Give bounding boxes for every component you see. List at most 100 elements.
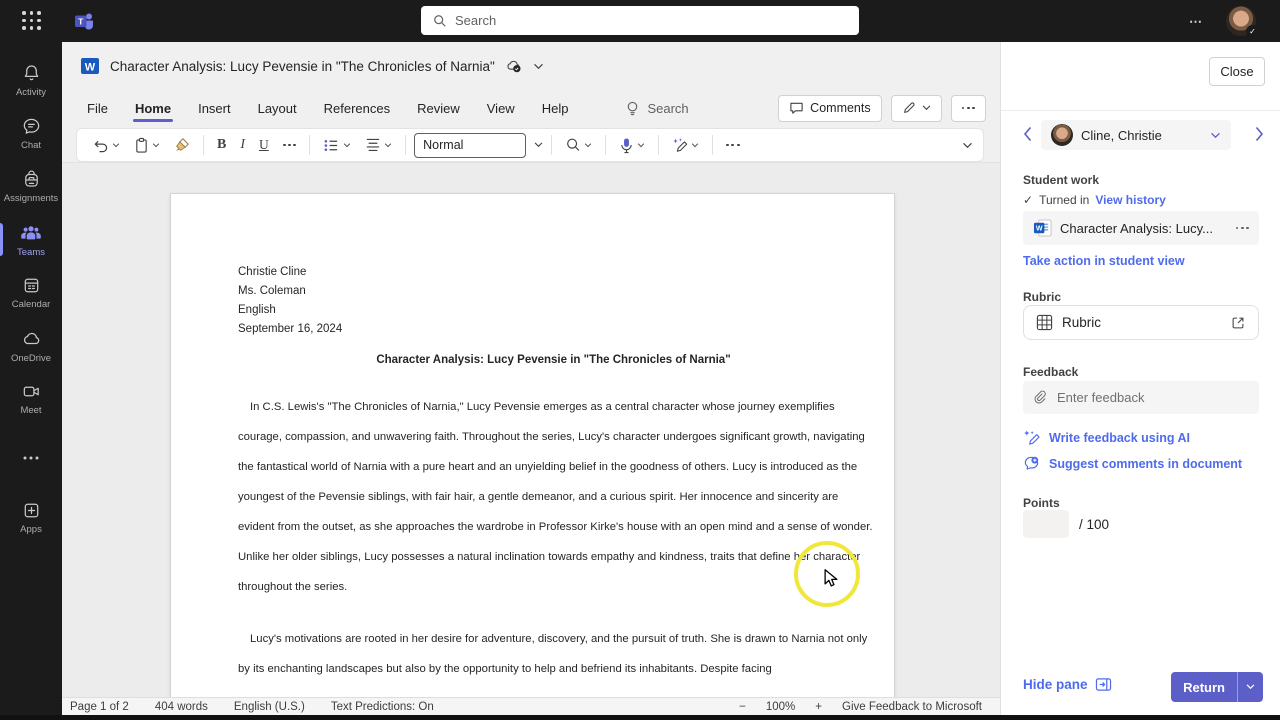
undo-button[interactable] bbox=[87, 134, 125, 157]
tab-review[interactable]: Review bbox=[417, 97, 460, 120]
ellipsis-icon bbox=[726, 144, 739, 147]
ribbon-search[interactable]: Search bbox=[625, 100, 688, 117]
ai-feedback-text: Write feedback using AI bbox=[1049, 431, 1190, 445]
toolbar-more-button[interactable] bbox=[721, 140, 744, 151]
sidebar-item-teams[interactable]: Teams bbox=[0, 213, 62, 266]
zoom-level[interactable]: 100% bbox=[766, 701, 795, 713]
style-chevron-down-icon[interactable] bbox=[534, 142, 543, 148]
comments-button[interactable]: Comments bbox=[778, 95, 881, 122]
document-canvas[interactable]: Christie Cline Ms. Coleman English Septe… bbox=[62, 163, 1000, 697]
bullet-list-button[interactable] bbox=[318, 134, 356, 157]
sidebar-item-calendar[interactable]: Calendar bbox=[0, 266, 62, 319]
previous-student-icon[interactable] bbox=[1023, 126, 1032, 142]
find-button[interactable] bbox=[560, 133, 597, 157]
document-title-bar: W Character Analysis: Lucy Pevensie in "… bbox=[62, 42, 1000, 90]
sidebar-item-chat[interactable]: Chat bbox=[0, 107, 62, 160]
align-button[interactable] bbox=[360, 134, 397, 156]
close-button[interactable]: Close bbox=[1209, 57, 1265, 86]
sidebar-item-assignments[interactable]: Assignments bbox=[0, 160, 62, 213]
view-history-link[interactable]: View history bbox=[1095, 193, 1165, 207]
chevron-down-icon bbox=[691, 143, 699, 148]
points-input[interactable] bbox=[1023, 510, 1069, 538]
page-indicator[interactable]: Page 1 of 2 bbox=[70, 701, 129, 713]
presence-badge: ✓ bbox=[1246, 25, 1259, 38]
underline-button[interactable]: U bbox=[254, 133, 274, 157]
doc-subject: English bbox=[238, 301, 869, 320]
tab-help[interactable]: Help bbox=[542, 97, 569, 120]
saved-to-cloud-icon bbox=[505, 57, 523, 75]
sidebar-item-activity[interactable]: Activity bbox=[0, 54, 62, 107]
language-indicator[interactable]: English (U.S.) bbox=[234, 701, 305, 713]
font-more-button[interactable] bbox=[278, 140, 301, 151]
tab-file[interactable]: File bbox=[87, 97, 108, 120]
word-file-icon: W bbox=[1033, 219, 1052, 237]
tab-references[interactable]: References bbox=[324, 97, 390, 120]
bold-button[interactable]: B bbox=[212, 133, 231, 157]
style-dropdown[interactable]: Normal bbox=[414, 133, 526, 158]
feedback-input[interactable]: Enter feedback bbox=[1023, 381, 1259, 414]
doc-heading: Character Analysis: Lucy Pevensie in "Th… bbox=[238, 354, 869, 366]
hide-pane-text: Hide pane bbox=[1023, 677, 1088, 692]
feedback-link[interactable]: Give Feedback to Microsoft bbox=[842, 701, 982, 713]
rubric-card[interactable]: Rubric bbox=[1023, 305, 1259, 340]
search-input[interactable]: Search bbox=[421, 6, 859, 35]
paperclip-icon bbox=[1033, 390, 1048, 405]
sidebar-item-apps[interactable]: Apps bbox=[0, 491, 62, 544]
chevron-down-icon bbox=[1246, 684, 1255, 690]
pane-divider bbox=[1001, 110, 1280, 111]
document-workspace: W Character Analysis: Lucy Pevensie in "… bbox=[62, 42, 1000, 720]
hide-pane-button[interactable]: Hide pane bbox=[1023, 677, 1112, 692]
app-launcher-icon[interactable] bbox=[22, 11, 42, 31]
doc-date: September 16, 2024 bbox=[238, 320, 869, 339]
microphone-icon bbox=[619, 137, 634, 154]
paste-button[interactable] bbox=[129, 133, 165, 158]
pencil-icon bbox=[902, 101, 916, 115]
backpack-icon bbox=[21, 169, 42, 190]
points-label: Points bbox=[1023, 496, 1060, 510]
feedback-section-label: Feedback bbox=[1023, 365, 1078, 379]
sidebar-more-icon[interactable] bbox=[0, 443, 62, 473]
ribbon-more-button[interactable] bbox=[951, 95, 986, 122]
tab-home[interactable]: Home bbox=[135, 97, 171, 120]
editing-mode-button[interactable] bbox=[891, 95, 942, 122]
teams-people-icon bbox=[20, 222, 42, 244]
take-action-link[interactable]: Take action in student view bbox=[1023, 254, 1185, 268]
zoom-out-button[interactable]: − bbox=[739, 701, 746, 713]
word-count[interactable]: 404 words bbox=[155, 701, 208, 713]
student-selector[interactable]: Cline, Christie bbox=[1041, 120, 1231, 150]
sidebar-item-onedrive[interactable]: OneDrive bbox=[0, 319, 62, 372]
zoom-in-button[interactable]: + bbox=[815, 701, 822, 713]
points-max: / 100 bbox=[1079, 517, 1109, 532]
file-more-icon[interactable] bbox=[1236, 227, 1249, 230]
editor-button[interactable] bbox=[667, 133, 704, 157]
avatar[interactable]: ✓ bbox=[1226, 6, 1256, 36]
student-file-card[interactable]: W Character Analysis: Lucy... bbox=[1023, 211, 1259, 245]
cloud-icon bbox=[20, 328, 42, 350]
sidebar-item-meet[interactable]: Meet bbox=[0, 372, 62, 425]
text-predictions-toggle[interactable]: Text Predictions: On bbox=[331, 701, 434, 713]
document-page[interactable]: Christie Cline Ms. Coleman English Septe… bbox=[170, 193, 895, 697]
doc-student-name: Christie Cline bbox=[238, 263, 869, 282]
comment-icon bbox=[789, 101, 804, 115]
turned-in-text: Turned in bbox=[1039, 193, 1089, 207]
return-options-icon[interactable] bbox=[1237, 672, 1263, 702]
tab-view[interactable]: View bbox=[487, 97, 515, 120]
student-name: Cline, Christie bbox=[1081, 128, 1202, 143]
tab-insert[interactable]: Insert bbox=[198, 97, 231, 120]
topbar-more-icon[interactable]: ⋯ bbox=[1189, 14, 1204, 30]
italic-button[interactable]: I bbox=[235, 133, 250, 157]
hide-pane-icon bbox=[1095, 677, 1112, 692]
format-painter-button[interactable] bbox=[169, 133, 195, 157]
ribbon-collapse-button[interactable] bbox=[962, 142, 973, 149]
return-button[interactable]: Return bbox=[1171, 672, 1263, 702]
search-icon bbox=[433, 14, 447, 28]
tab-layout[interactable]: Layout bbox=[258, 97, 297, 120]
next-student-icon[interactable] bbox=[1255, 126, 1264, 142]
title-chevron-down-icon[interactable] bbox=[533, 63, 544, 70]
svg-text:T: T bbox=[78, 16, 84, 26]
ai-feedback-link[interactable]: Write feedback using AI bbox=[1023, 429, 1190, 446]
dictate-button[interactable] bbox=[614, 133, 650, 158]
file-name: Character Analysis: Lucy... bbox=[1060, 221, 1228, 236]
open-in-new-icon[interactable] bbox=[1230, 315, 1246, 331]
suggest-comments-link[interactable]: Suggest comments in document bbox=[1023, 455, 1242, 472]
